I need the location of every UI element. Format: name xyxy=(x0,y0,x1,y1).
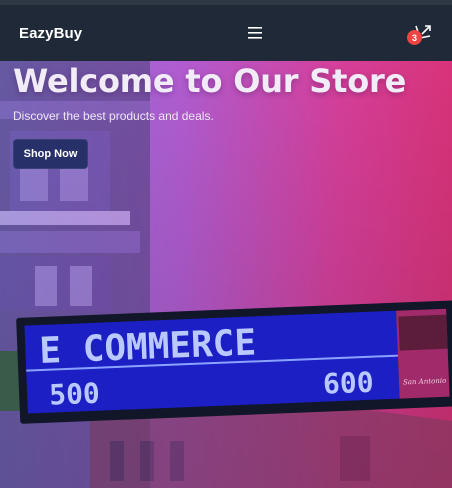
sign-main-text: E COMMERCE xyxy=(39,322,257,372)
cart-button[interactable]: 3 xyxy=(406,22,434,45)
cart-count-badge: 3 xyxy=(406,30,422,45)
sign-right-number: 600 xyxy=(322,366,374,401)
brand-logo[interactable]: EazyBuy xyxy=(19,25,82,42)
hamburger-menu-icon[interactable] xyxy=(241,19,269,47)
hero-subtitle: Discover the best products and deals. xyxy=(13,109,214,123)
sign-left-number: 500 xyxy=(49,377,101,412)
shop-now-button[interactable]: Shop Now xyxy=(13,139,88,169)
hero-content: Welcome to Our Store Discover the best p… xyxy=(13,61,406,169)
hero-banner: E COMMERCE 500 600 San Antonio Welcome t… xyxy=(0,61,452,488)
navbar: EazyBuy 3 xyxy=(0,5,452,61)
hero-title: Welcome to Our Store xyxy=(13,62,407,100)
